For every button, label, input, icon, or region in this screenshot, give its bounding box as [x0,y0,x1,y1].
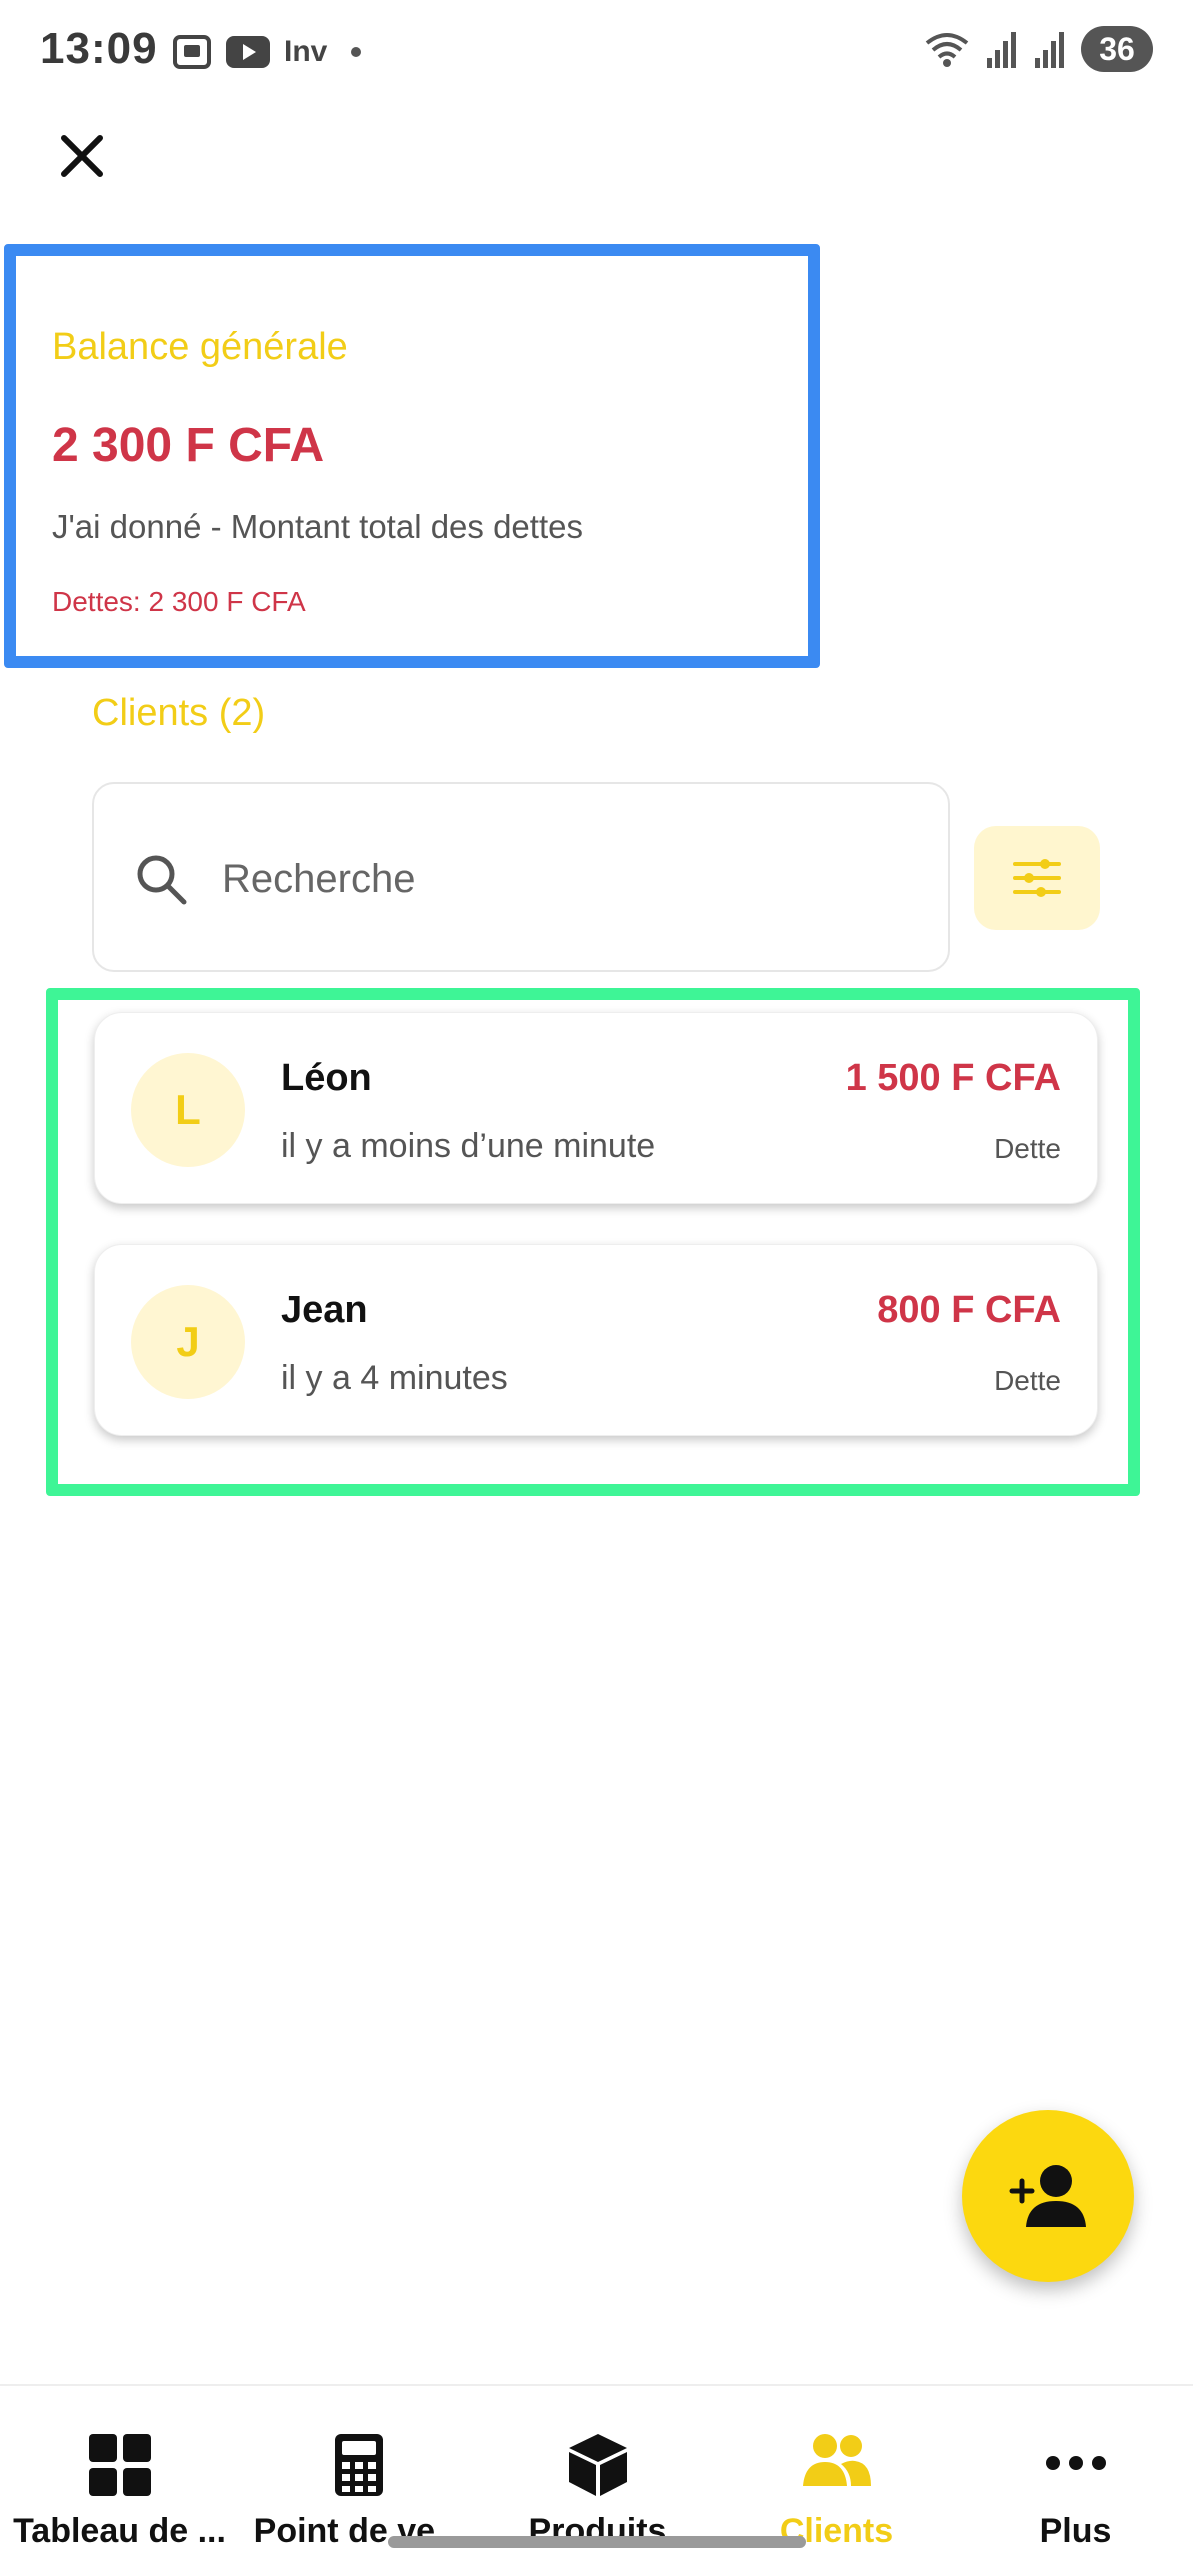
client-name: Jean [281,1289,368,1331]
more-dots-icon [1045,2456,1106,2470]
search-input[interactable] [222,834,902,924]
client-card-jean[interactable]: J Jean il y a 4 minutes 800 F CFA Dette [94,1244,1098,1436]
status-right-icons: 36 [923,26,1153,72]
add-client-button[interactable] [962,2110,1134,2282]
status-left-icons: Inv [172,34,362,70]
wifi-icon [925,33,969,67]
client-balance-type: Dette [994,1365,1061,1396]
balance-description: J'ai donné - Montant total des dettes [52,508,583,545]
box-icon [568,2434,627,2496]
client-last-update: il y a 4 minutes [281,1359,508,1397]
nav-item-products[interactable]: Produits [478,2386,717,2560]
add-person-icon [1009,2165,1086,2227]
notification-dot [351,47,362,57]
nav-label: Tableau de ... [13,2512,226,2550]
search-icon [137,855,187,905]
signal-icon [987,32,1016,68]
screenshot-icon [173,35,211,69]
nav-item-clients[interactable]: Clients [717,2386,956,2560]
balance-debts: Dettes: 2 300 F CFA [52,586,306,617]
users-icon [802,2434,871,2486]
balance-amount: 2 300 F CFA [52,419,325,472]
home-indicator[interactable] [388,2536,806,2548]
close-icon [61,135,103,177]
avatar: J [131,1285,245,1399]
status-bar: 13:09 Inv 36 [0,0,1193,110]
nav-item-more[interactable]: Plus [956,2386,1193,2560]
client-last-update: il y a moins d’une minute [281,1127,656,1165]
client-card-leon[interactable]: L Léon il y a moins d’une minute 1 500 F… [94,1012,1098,1204]
bottom-navigation: Tableau de ... Point de ve... Produits C… [0,2384,1193,2560]
client-amount: 1 500 F CFA [845,1057,1061,1099]
nav-item-point-of-sale[interactable]: Point de ve... [239,2386,478,2560]
nav-label: Plus [1039,2512,1112,2550]
filter-sliders-icon [1013,859,1061,897]
avatar: L [131,1053,245,1167]
filter-button[interactable] [974,826,1100,930]
calculator-icon [334,2434,383,2496]
status-time: 13:09 [40,24,158,73]
client-name: Léon [281,1057,372,1099]
balance-card: Balance générale 2 300 F CFA J'ai donné … [4,244,820,668]
nav-item-dashboard[interactable]: Tableau de ... [0,2386,239,2560]
signal-icon-2 [1035,32,1064,68]
client-amount: 800 F CFA [877,1289,1061,1331]
youtube-icon [226,36,270,68]
clients-heading: Clients (2) [92,692,266,734]
client-balance-type: Dette [994,1133,1061,1164]
inv-app-label: Inv [284,35,328,68]
client-list: L Léon il y a moins d’une minute 1 500 F… [46,988,1140,1496]
battery-indicator: 36 [1081,26,1153,72]
search-box[interactable] [92,782,950,972]
close-button[interactable] [50,124,114,188]
balance-title: Balance générale [52,326,348,368]
dashboard-grid-icon [88,2434,151,2496]
